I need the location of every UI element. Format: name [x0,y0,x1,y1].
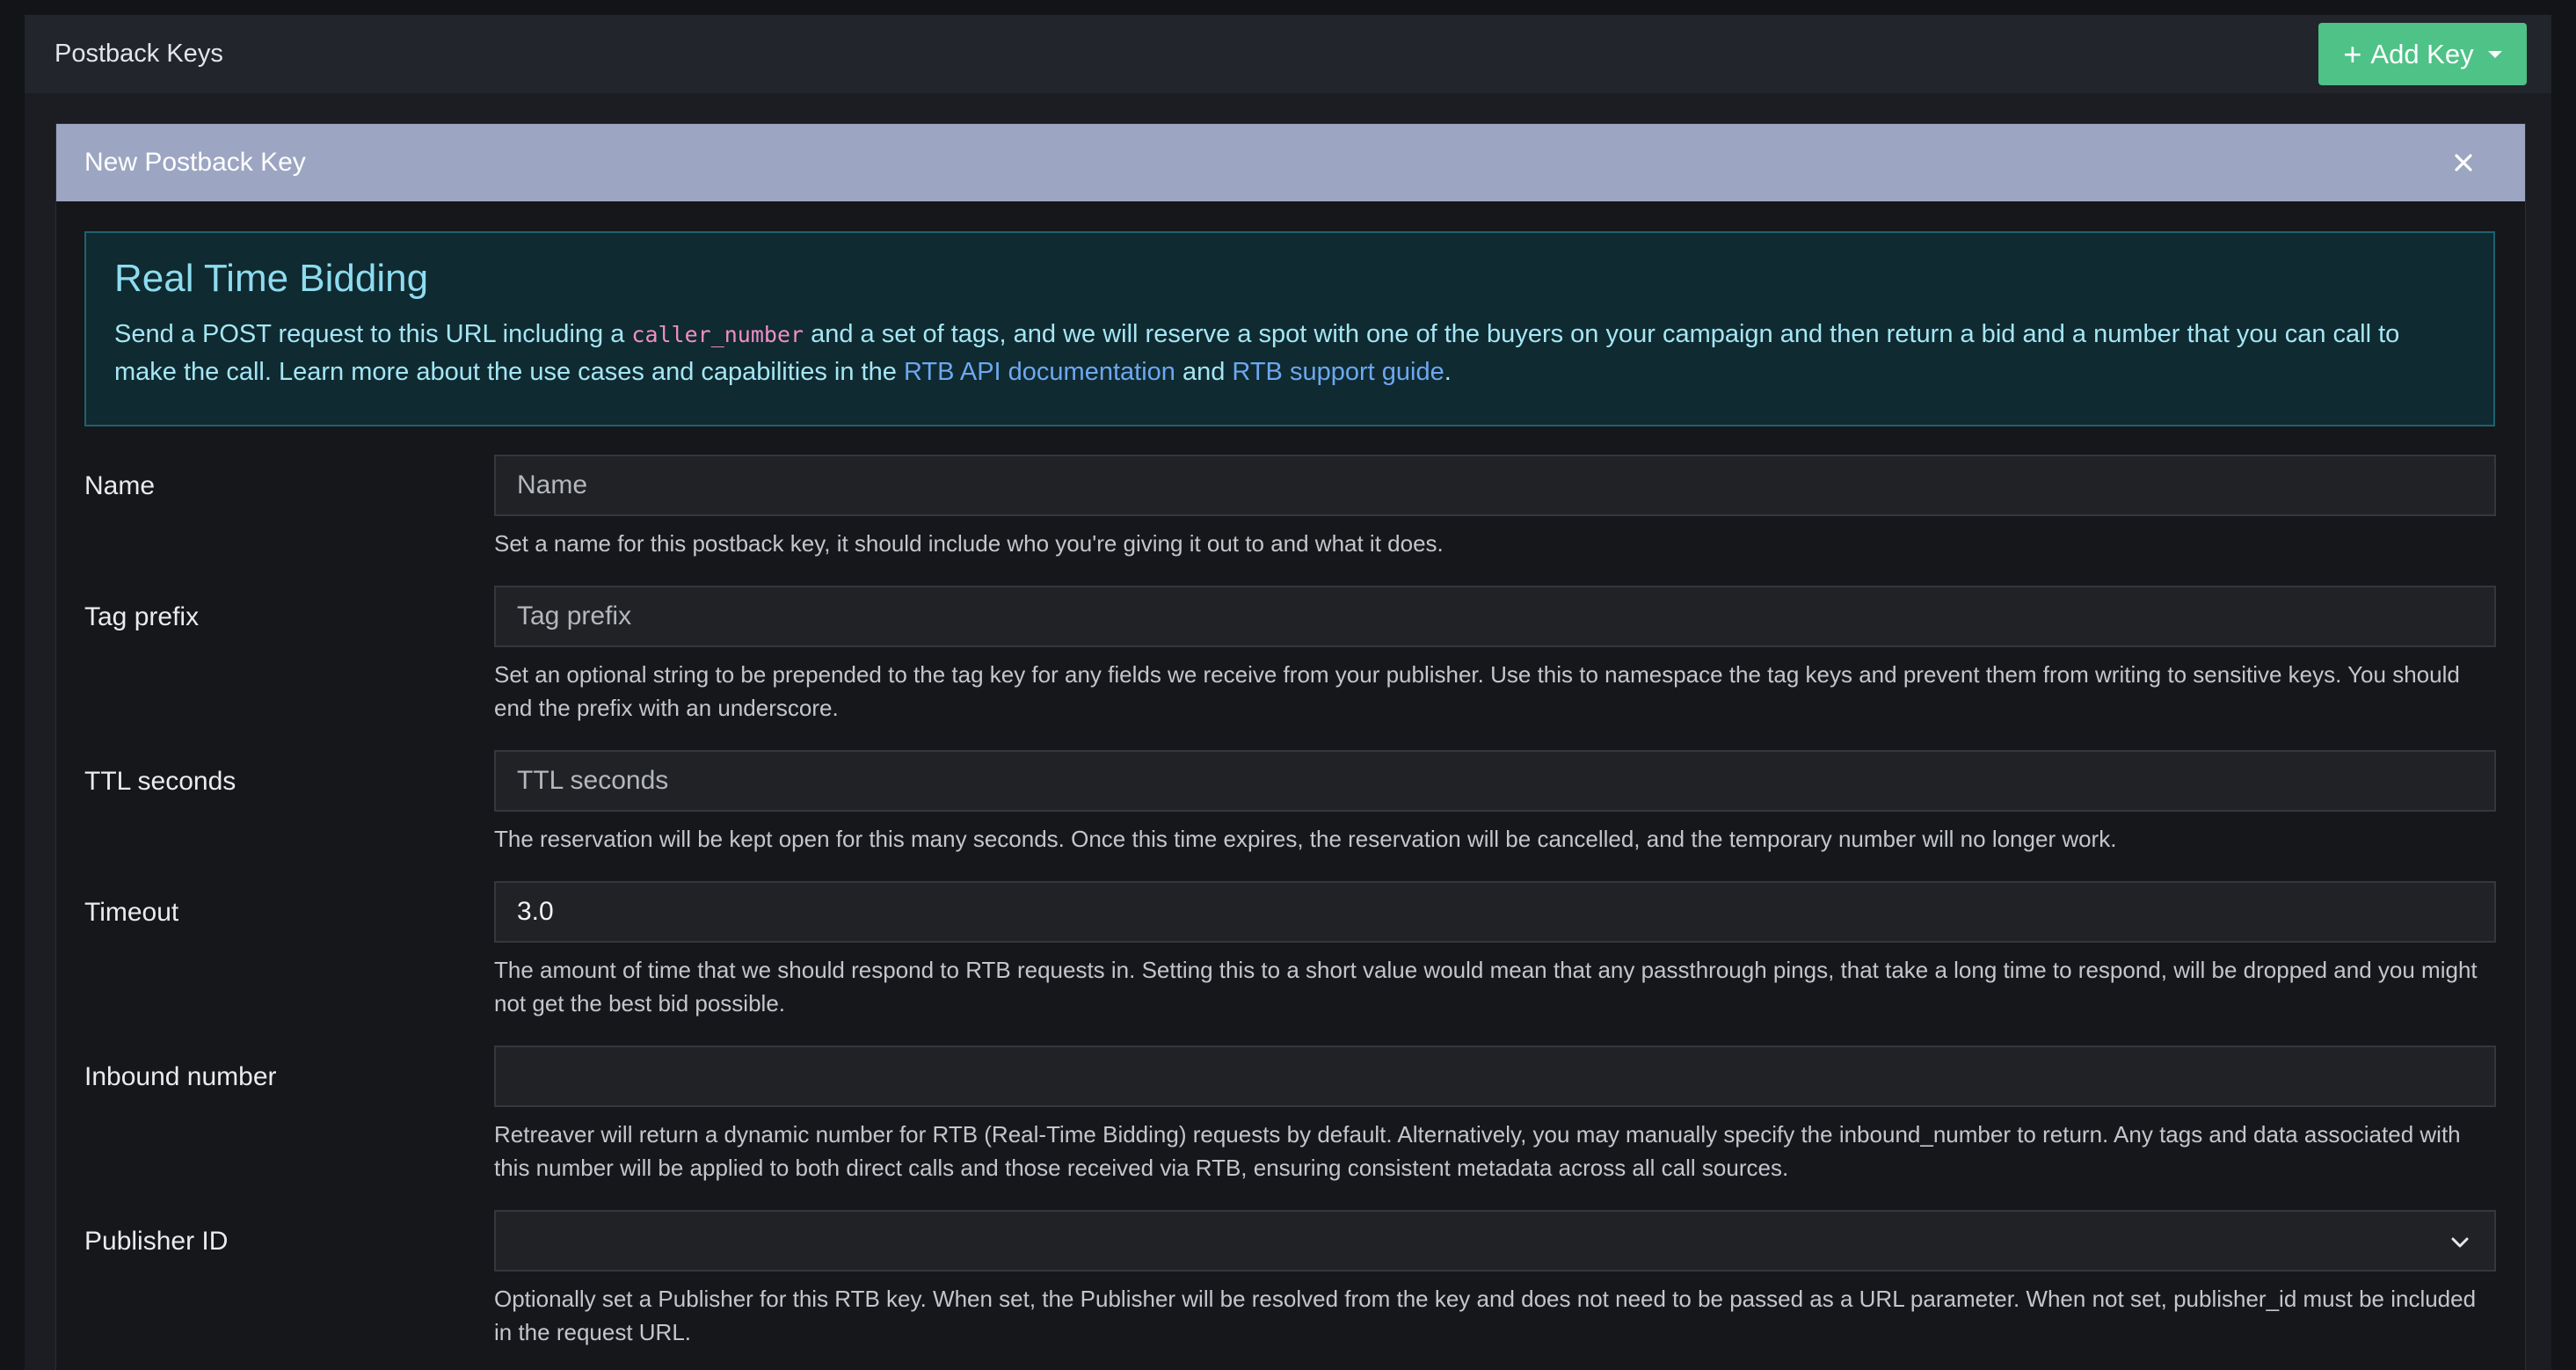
rtb-support-guide-link[interactable]: RTB support guide [1232,358,1444,386]
page: Postback Keys + Add Key New Postback Key… [0,0,2576,1370]
panel-title: New Postback Key [84,148,306,177]
ttl-seconds-placeholder: TTL seconds [517,766,669,795]
publisher-id-select[interactable] [494,1210,2496,1272]
publisher-id-label: Publisher ID [84,1227,229,1256]
tag-prefix-label: Tag prefix [84,602,200,631]
inbound-number-input[interactable] [494,1046,2496,1107]
inbound-number-help: Retreaver will return a dynamic number f… [494,1121,2461,1181]
caret-down-icon [2487,50,2502,58]
alert-title: Real Time Bidding [114,257,429,300]
name-label: Name [84,471,156,500]
alert-body: Send a POST request to this URL includin… [114,316,2465,391]
tag-prefix-placeholder: Tag prefix [517,601,632,630]
ttl-seconds-help: The reservation will be kept open for th… [494,826,2117,852]
new-postback-key-panel: New Postback Key Real Time Bidding Send … [55,123,2526,1370]
add-key-button[interactable]: + Add Key [2318,23,2527,85]
ttl-seconds-input[interactable]: TTL seconds [494,750,2496,812]
timeout-label: Timeout [84,898,179,927]
name-placeholder: Name [517,470,588,499]
alert-text-1: Send a POST request to this URL includin… [114,320,632,348]
name-help: Set a name for this postback key, it sho… [494,530,1444,557]
alert-text-end: . [1444,358,1452,386]
card-header: Postback Keys + Add Key [25,15,2551,93]
plus-icon: + [2343,35,2362,72]
timeout-input[interactable]: 3.0 [494,881,2496,943]
caller-number-code: caller_number [631,322,804,347]
alert-text-and: and [1175,358,1233,386]
name-input[interactable]: Name [494,455,2496,516]
chevron-down-icon [2451,1237,2469,1248]
rtb-info-alert: Real Time Bidding Send a POST request to… [84,231,2495,426]
rtb-api-documentation-link[interactable]: RTB API documentation [904,358,1175,386]
publisher-id-help: Optionally set a Publisher for this RTB … [494,1286,2477,1345]
ttl-seconds-label: TTL seconds [84,767,236,796]
panel-header: New Postback Key [56,124,2525,201]
timeout-value: 3.0 [517,897,554,926]
close-icon[interactable] [2448,147,2479,179]
tag-prefix-help: Set an optional string to be prepended t… [494,661,2460,721]
tag-prefix-input[interactable]: Tag prefix [494,586,2496,647]
page-title: Postback Keys [55,40,223,68]
inbound-number-label: Inbound number [84,1062,277,1091]
timeout-help: The amount of time that we should respon… [494,957,2478,1017]
add-key-label: Add Key [2370,38,2474,69]
